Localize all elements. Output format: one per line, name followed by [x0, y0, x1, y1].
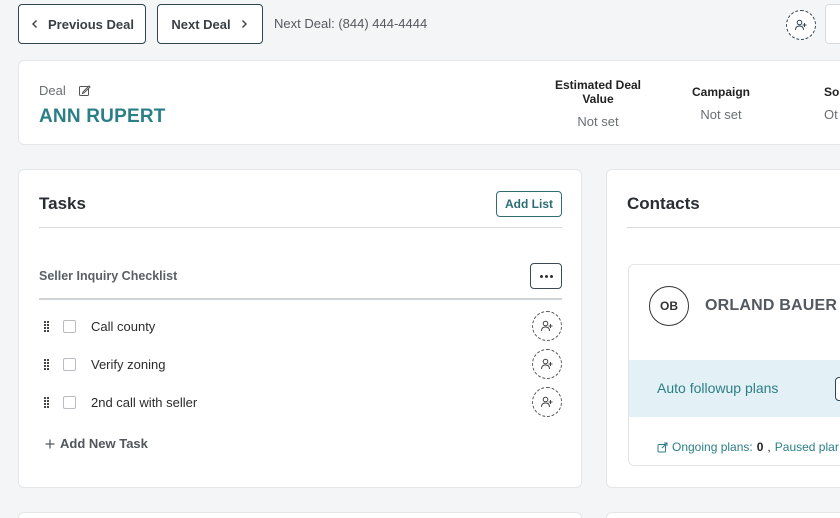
previous-deal-button[interactable]: Previous Deal	[18, 4, 146, 44]
assign-task-button[interactable]	[532, 387, 562, 417]
deal-name: ANN RUPERT	[39, 106, 166, 127]
task-checkbox[interactable]	[63, 357, 76, 371]
chevron-left-icon	[32, 20, 37, 28]
contacts-card: Contacts OB ORLAND BAUER Auto followup p…	[606, 169, 840, 488]
ongoing-plans-label[interactable]: Ongoing plans:	[672, 440, 753, 454]
stat-campaign: Campaign Not set	[671, 85, 771, 122]
more-horizontal-icon	[539, 274, 553, 278]
next-deal-info: Next Deal: (844) 444-4444	[274, 16, 427, 31]
add-new-task-button[interactable]: Add New Task	[45, 436, 148, 451]
drag-handle-icon[interactable]	[44, 396, 54, 408]
stat-value: Ot	[824, 107, 838, 122]
tasks-card: Tasks Add List Seller Inquiry Checklist …	[18, 169, 582, 488]
divider	[39, 227, 562, 228]
drag-handle-icon[interactable]	[44, 358, 54, 370]
separator: ,	[767, 440, 771, 454]
plus-icon	[45, 439, 55, 448]
auto-followup-label: Auto followup plans	[657, 380, 779, 396]
contact-card: OB ORLAND BAUER Auto followup plans Ongo…	[628, 264, 840, 466]
task-checkbox[interactable]	[63, 319, 76, 333]
stat-estimated-value: Estimated Deal Value Not set	[543, 78, 653, 129]
tasks-title: Tasks	[39, 194, 86, 213]
stat-source: So Ot	[824, 85, 840, 122]
next-deal-phone: (844) 444-4444	[338, 16, 428, 31]
task-label: Call county	[91, 318, 156, 334]
chevron-right-icon	[241, 20, 247, 28]
task-checkbox[interactable]	[63, 395, 76, 409]
next-deal-info-prefix: Next Deal:	[274, 16, 335, 31]
auto-followup-button[interactable]	[835, 377, 840, 401]
deal-label-row: Deal	[39, 83, 91, 98]
task-label: 2nd call with seller	[91, 394, 198, 410]
task-row: Call county	[39, 311, 562, 341]
stat-value: Not set	[700, 107, 742, 122]
bottom-card-left	[18, 512, 582, 518]
stat-value: Not set	[577, 114, 619, 129]
assign-task-button[interactable]	[532, 311, 562, 341]
bottom-card-right	[606, 512, 840, 518]
user-plus-icon	[541, 358, 553, 370]
stat-heading: Estimated Deal Value	[554, 78, 642, 106]
task-row: Verify zoning	[39, 349, 562, 379]
user-plus-icon	[541, 396, 553, 408]
deal-label: Deal	[39, 83, 66, 98]
divider	[627, 227, 840, 228]
paused-plans-label[interactable]: Paused plar	[775, 440, 839, 454]
avatar: OB	[649, 286, 689, 326]
stat-heading: So	[824, 85, 840, 99]
task-row: 2nd call with seller	[39, 387, 562, 417]
divider	[39, 298, 562, 300]
top-right-control[interactable]	[825, 4, 840, 44]
assign-user-button[interactable]	[786, 10, 816, 40]
add-new-task-label: Add New Task	[60, 436, 148, 451]
stat-heading: Campaign	[691, 85, 750, 99]
checklist-more-button[interactable]	[530, 263, 562, 289]
user-plus-icon	[541, 320, 553, 332]
checklist-title: Seller Inquiry Checklist	[39, 269, 178, 283]
add-list-button[interactable]: Add List	[496, 191, 562, 217]
drag-handle-icon[interactable]	[44, 320, 54, 332]
deal-header-card: Deal ANN RUPERT Estimated Deal Value Not…	[18, 60, 840, 145]
contacts-title: Contacts	[627, 194, 700, 213]
contact-name[interactable]: ORLAND BAUER	[705, 297, 837, 315]
previous-deal-label: Previous Deal	[48, 16, 134, 32]
user-plus-icon	[795, 19, 807, 31]
auto-followup-section: Auto followup plans	[629, 360, 840, 417]
next-deal-label: Next Deal	[171, 16, 231, 32]
assign-task-button[interactable]	[532, 349, 562, 379]
edit-icon[interactable]	[78, 84, 91, 97]
next-deal-button[interactable]: Next Deal	[157, 4, 263, 44]
plans-summary: Ongoing plans: 0, Paused plar	[657, 440, 839, 454]
task-label: Verify zoning	[91, 356, 166, 372]
external-link-icon[interactable]	[657, 442, 668, 453]
ongoing-plans-count: 0	[756, 440, 764, 454]
